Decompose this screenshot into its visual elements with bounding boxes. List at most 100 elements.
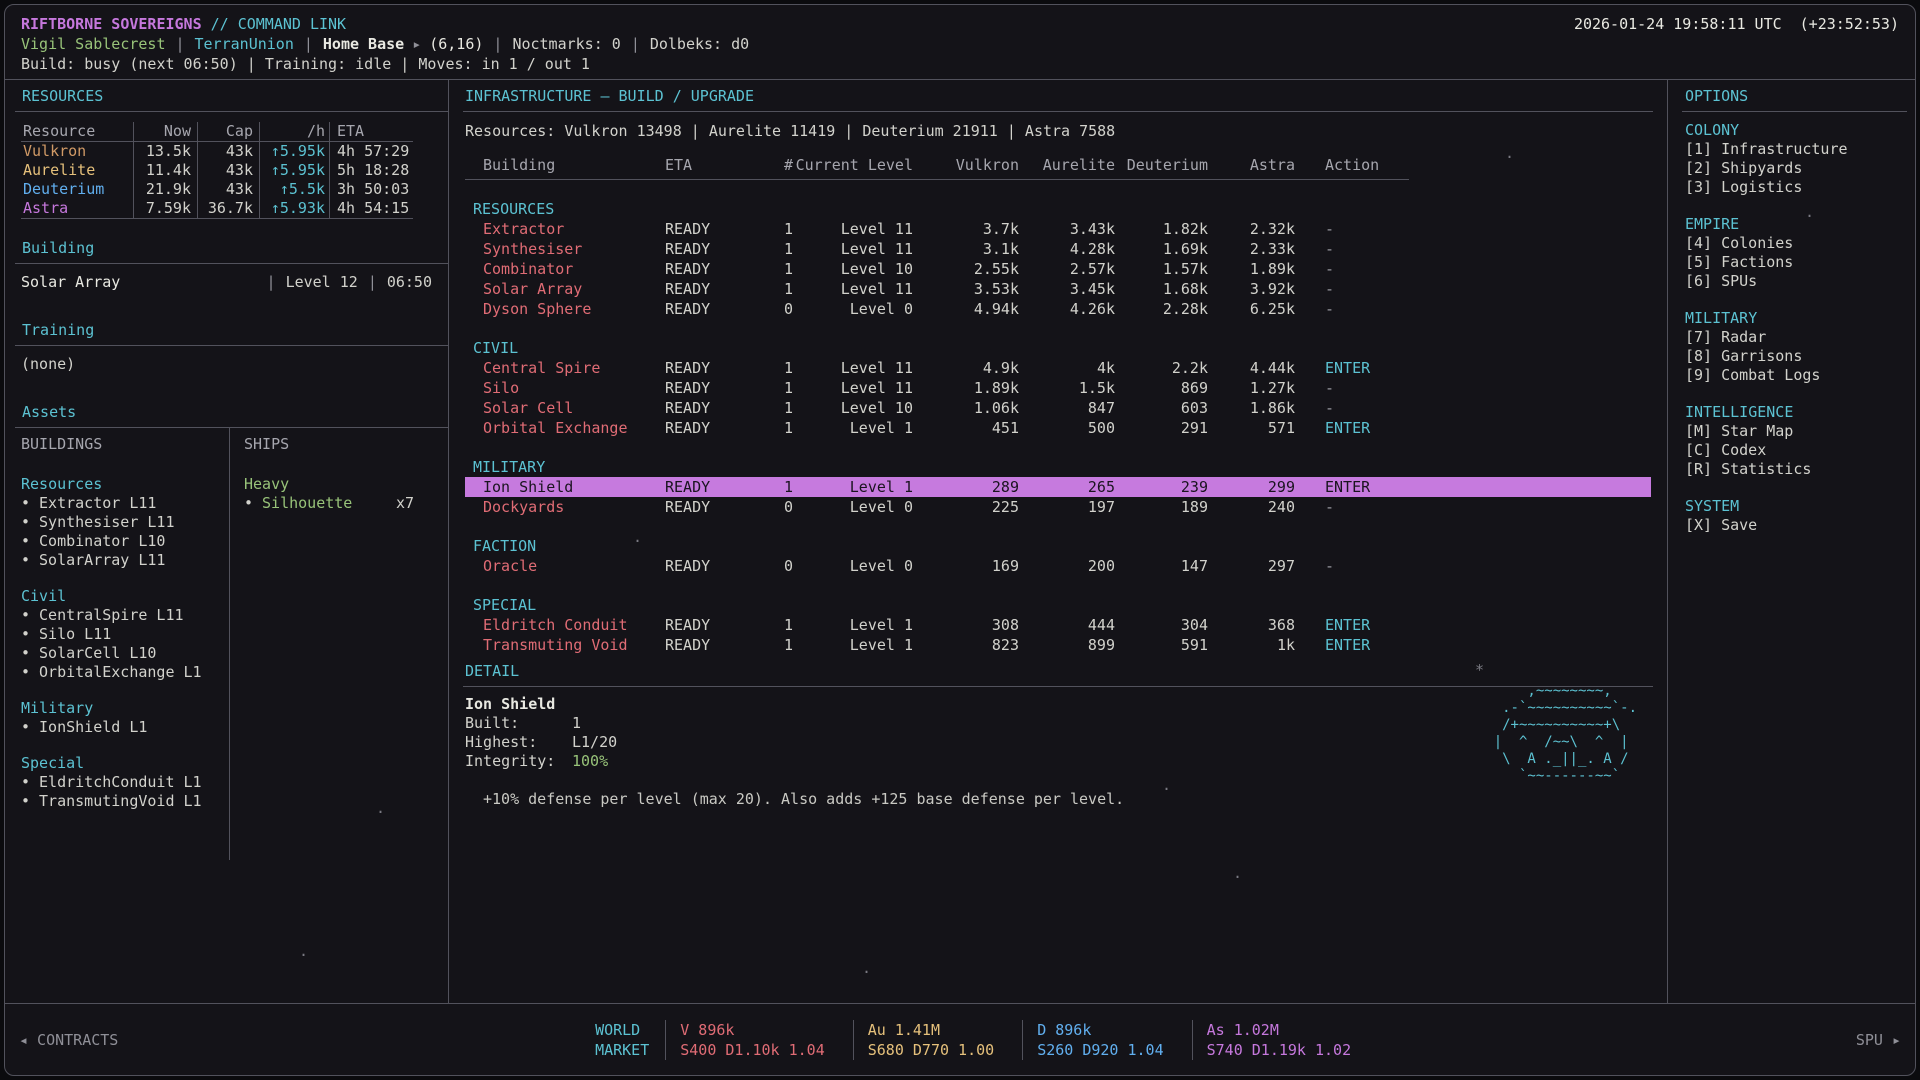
separator: |	[267, 273, 276, 292]
resource-cap: 43k	[197, 180, 259, 199]
option-save[interactable]: [X]Save	[1685, 516, 1915, 535]
enter-action[interactable]: ENTER	[1295, 615, 1435, 635]
separator: |	[631, 34, 640, 54]
option-label: Shipyards	[1721, 159, 1802, 177]
building-eta: READY	[665, 398, 765, 418]
option-spus[interactable]: [6]SPUs	[1685, 272, 1915, 291]
option-codex[interactable]: [C]Codex	[1685, 441, 1915, 460]
ship-item: •Silhouettex7	[244, 494, 448, 513]
row-action: -	[1295, 378, 1435, 398]
cost-astra: 240	[1208, 497, 1295, 517]
cost-vulkron: 225	[913, 497, 1019, 517]
building-row-selected[interactable]: Ion ShieldREADY1Level 1289265239299ENTER	[465, 477, 1651, 497]
building-row[interactable]: SiloREADY1Level 111.89k1.5k8691.27k-	[465, 378, 1651, 398]
building-row[interactable]: Dyson SphereREADY0Level 04.94k4.26k2.28k…	[465, 299, 1651, 319]
option-infrastructure[interactable]: [1]Infrastructure	[1685, 140, 1915, 159]
row-action: -	[1295, 556, 1435, 576]
separator: |	[176, 34, 185, 54]
enter-action[interactable]: ENTER	[1295, 477, 1435, 497]
detail-highest-value: L1/20	[572, 733, 617, 752]
cost-astra: 3.92k	[1208, 279, 1295, 299]
building-row[interactable]: ExtractorREADY1Level 113.7k3.43k1.82k2.3…	[465, 219, 1651, 239]
cost-aurelite: 4.26k	[1019, 299, 1115, 319]
building-level: Level 10	[793, 398, 913, 418]
contracts-pager[interactable]: ◂ CONTRACTS	[19, 1031, 118, 1049]
enter-action[interactable]: ENTER	[1295, 418, 1435, 438]
resource-name: Deuterium	[21, 180, 133, 199]
building-eta: READY	[665, 299, 765, 319]
option-colonies[interactable]: [4]Colonies	[1685, 234, 1915, 253]
detail-integrity-label: Integrity:	[465, 752, 572, 771]
option-shipyards[interactable]: [2]Shipyards	[1685, 159, 1915, 178]
building-level: Level 11	[793, 279, 913, 299]
resource-rate: ↑5.95k	[259, 161, 329, 180]
cost-vulkron: 1.06k	[913, 398, 1019, 418]
col-count: #	[765, 155, 793, 175]
cost-deuterium: 304	[1115, 615, 1208, 635]
resource-rate: ↑5.5k	[259, 180, 329, 199]
row-action: -	[1295, 299, 1435, 319]
training-queue-item: (none)	[5, 346, 448, 383]
building-count: 1	[765, 378, 793, 398]
resource-now: 13.5k	[133, 142, 197, 161]
building-name: Solar Array	[465, 279, 665, 299]
building-eta: READY	[665, 259, 765, 279]
bullet-icon: •	[21, 792, 30, 810]
building-row[interactable]: CombinatorREADY1Level 102.55k2.57k1.57k1…	[465, 259, 1651, 279]
building-level: Level 11	[793, 378, 913, 398]
building-row[interactable]: DockyardsREADY0Level 0225197189240-	[465, 497, 1651, 517]
left-sidebar: RESOURCES ResourceNowCap/hETA Vulkron13.…	[5, 80, 449, 1003]
detail-description: +10% defense per level (max 20). Also ad…	[465, 790, 1651, 809]
noctmarks-counter: Noctmarks: 0	[512, 34, 620, 54]
cost-deuterium: 2.28k	[1115, 299, 1208, 319]
building-row[interactable]: Solar CellREADY1Level 101.06k8476031.86k…	[465, 398, 1651, 418]
bullet-icon: •	[21, 513, 30, 531]
option-garrisons[interactable]: [8]Garrisons	[1685, 347, 1915, 366]
building-row[interactable]: Orbital ExchangeREADY1Level 145150029157…	[465, 418, 1651, 438]
detail-built-label: Built:	[465, 714, 572, 733]
building-row[interactable]: OracleREADY0Level 0169200147297-	[465, 556, 1651, 576]
cost-aurelite: 197	[1019, 497, 1115, 517]
buildings-column-header: BUILDINGS	[21, 435, 229, 454]
resource-row-aurelite: Aurelite11.4k43k↑5.95k5h 18:28	[21, 161, 413, 180]
asset-item-label: Silo L11	[39, 625, 111, 643]
building-count: 1	[765, 219, 793, 239]
resource-cap: 43k	[197, 142, 259, 161]
resource-now: 11.4k	[133, 161, 197, 180]
option-factions[interactable]: [5]Factions	[1685, 253, 1915, 272]
building-row[interactable]: Solar ArrayREADY1Level 113.53k3.45k1.68k…	[465, 279, 1651, 299]
options-group-label: EMPIRE	[1685, 215, 1915, 234]
option-key: [4]	[1685, 234, 1712, 252]
asset-item-label: Extractor L11	[39, 494, 156, 512]
resource-name: Astra	[21, 199, 133, 218]
cost-astra: 571	[1208, 418, 1295, 438]
option-logistics[interactable]: [3]Logistics	[1685, 178, 1915, 197]
option-label: Factions	[1721, 253, 1793, 271]
building-row[interactable]: Eldritch ConduitREADY1Level 130844430436…	[465, 615, 1651, 635]
enter-action[interactable]: ENTER	[1295, 635, 1435, 655]
star-dot: ·	[1805, 207, 1814, 225]
building-row[interactable]: Transmuting VoidREADY1Level 18238995911k…	[465, 635, 1651, 655]
building-level: Level 1	[793, 418, 913, 438]
building-level: Level 11	[793, 358, 913, 378]
option-label: Garrisons	[1721, 347, 1802, 365]
option-key: [R]	[1685, 460, 1712, 478]
cost-deuterium: 1.82k	[1115, 219, 1208, 239]
enter-action[interactable]: ENTER	[1295, 358, 1435, 378]
building-row[interactable]: Central SpireREADY1Level 114.9k4k2.2k4.4…	[465, 358, 1651, 378]
building-row[interactable]: SynthesiserREADY1Level 113.1k4.28k1.69k2…	[465, 239, 1651, 259]
row-action: -	[1295, 219, 1435, 239]
resource-name: Aurelite	[21, 161, 133, 180]
building-eta: READY	[665, 239, 765, 259]
asset-item: •EldritchConduit L1	[21, 773, 229, 792]
option-key: [9]	[1685, 366, 1712, 384]
option-combat-logs[interactable]: [9]Combat Logs	[1685, 366, 1915, 385]
option-star-map[interactable]: [M]Star Map	[1685, 422, 1915, 441]
option-radar[interactable]: [7]Radar	[1685, 328, 1915, 347]
spu-pager[interactable]: SPU ▸	[1856, 1031, 1901, 1049]
resource-rate: ↑5.95k	[259, 142, 329, 161]
asset-group-military: Military •IonShield L1	[21, 699, 229, 737]
option-statistics[interactable]: [R]Statistics	[1685, 460, 1915, 479]
option-key: [3]	[1685, 178, 1712, 196]
header-divider	[465, 179, 1409, 180]
